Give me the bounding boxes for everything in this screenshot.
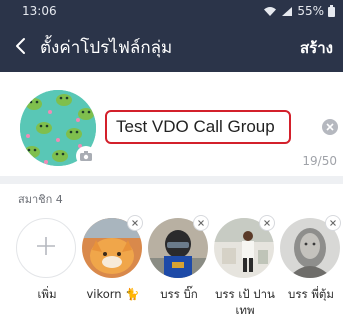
signal-icon bbox=[281, 6, 293, 17]
add-member-button[interactable] bbox=[16, 218, 76, 278]
remove-icon[interactable] bbox=[194, 216, 208, 230]
title-bar: ตั้งค่าโปรไฟล์กลุ่ม สร้าง bbox=[0, 24, 343, 68]
member-name: บรร บิ๊ก bbox=[160, 287, 198, 301]
remove-icon[interactable] bbox=[326, 216, 340, 230]
members-section: สมาชิก 4 เพิ่ม vikorn 🐈 บรร บิ๊ก บรร เป้… bbox=[0, 184, 343, 334]
add-member-label: เพิ่ม bbox=[37, 287, 57, 301]
back-arrow-icon[interactable] bbox=[10, 34, 32, 58]
member-item: บรร พี่ตุ้ม bbox=[278, 210, 343, 330]
remove-icon[interactable] bbox=[260, 216, 274, 230]
member-item: บรร เป้ ปานเทพ bbox=[212, 210, 278, 330]
camera-icon[interactable] bbox=[76, 146, 96, 166]
app-header: 13:06 55% ตั้งค่าโปรไฟล์กลุ่ม สร้าง bbox=[0, 0, 343, 72]
member-name: บรร พี่ตุ้ม bbox=[288, 287, 334, 301]
member-name: บรร เป้ ปานเทพ bbox=[215, 287, 275, 317]
status-icons: 55% bbox=[263, 3, 335, 19]
add-member-item[interactable]: เพิ่ม bbox=[14, 210, 80, 330]
battery-percent: 55% bbox=[297, 4, 324, 18]
section-divider bbox=[0, 176, 343, 184]
group-profile-section: 19/50 bbox=[0, 72, 343, 176]
group-name-input[interactable] bbox=[105, 110, 291, 144]
battery-icon bbox=[328, 5, 335, 17]
status-bar: 13:06 55% bbox=[0, 0, 343, 22]
create-button[interactable]: สร้าง bbox=[300, 36, 333, 60]
page-title: ตั้งค่าโปรไฟล์กลุ่ม bbox=[40, 38, 173, 58]
clear-icon[interactable] bbox=[322, 119, 338, 135]
member-name: vikorn 🐈 bbox=[86, 287, 140, 301]
wifi-icon bbox=[263, 6, 277, 17]
member-item: vikorn 🐈 bbox=[80, 210, 146, 330]
members-count-label: สมาชิก 4 bbox=[18, 193, 63, 206]
member-item: บรร บิ๊ก bbox=[146, 210, 212, 330]
plus-icon bbox=[35, 235, 57, 261]
char-count: 19/50 bbox=[302, 154, 337, 168]
remove-icon[interactable] bbox=[128, 216, 142, 230]
status-time: 13:06 bbox=[22, 4, 57, 18]
